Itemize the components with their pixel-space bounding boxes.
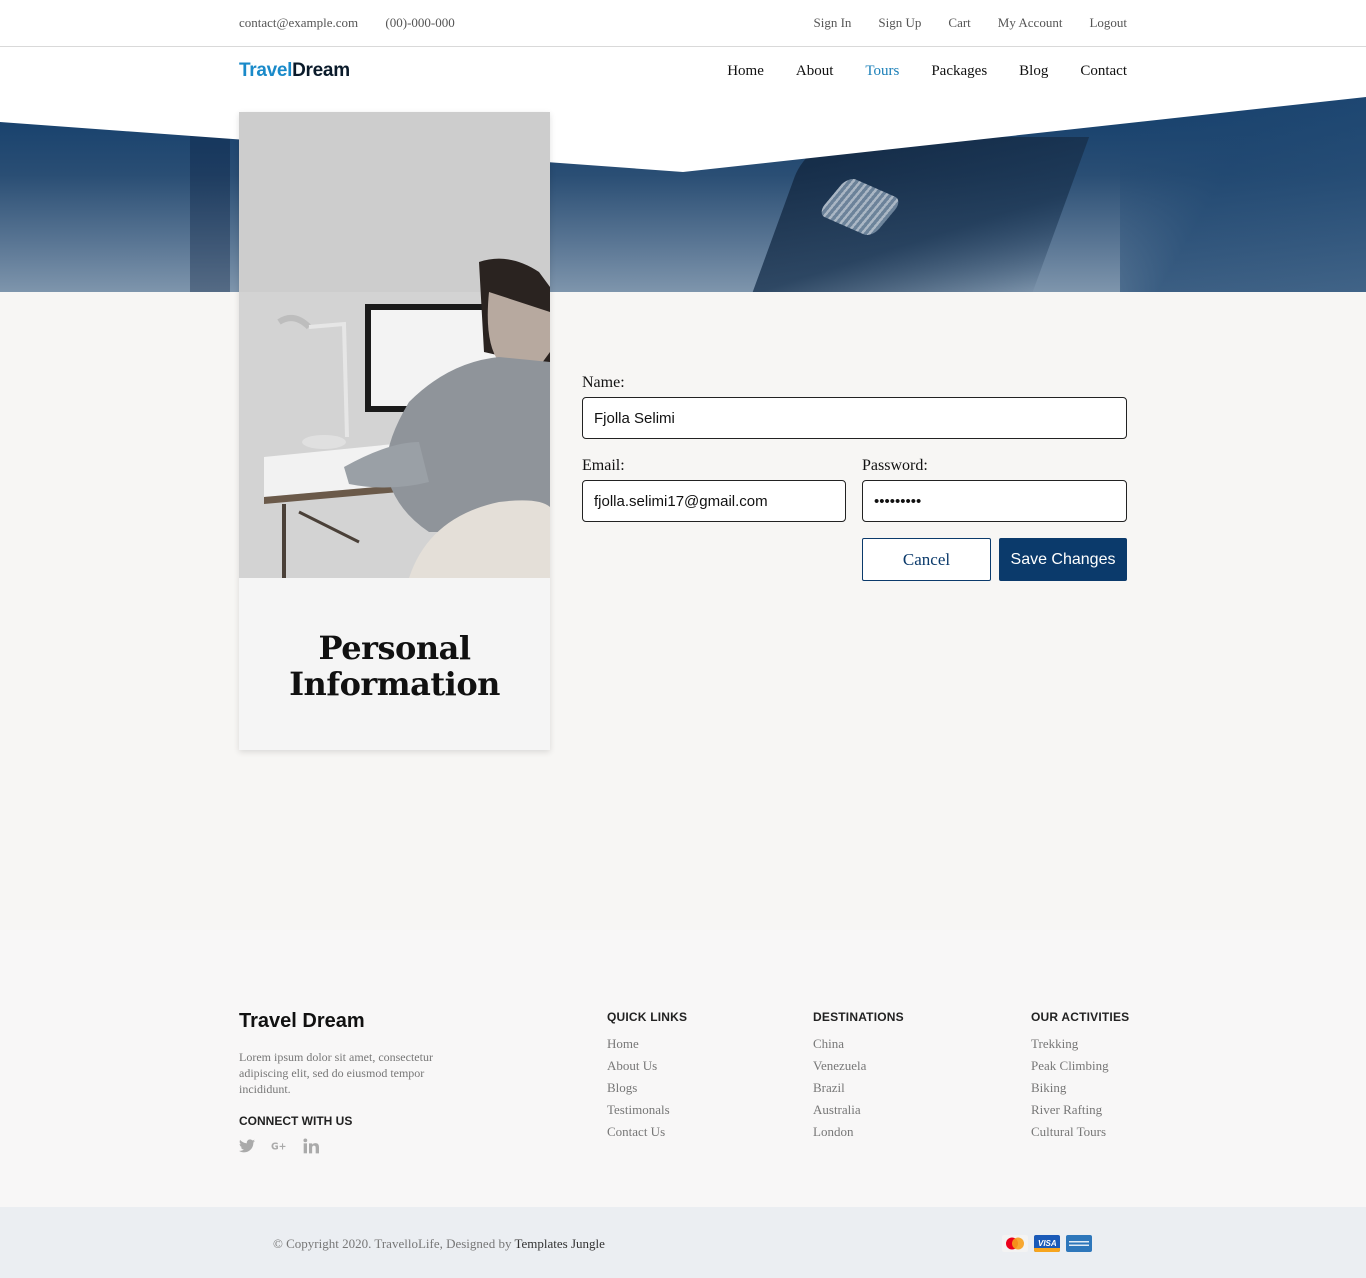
destination-australia[interactable]: Australia <box>813 1099 904 1121</box>
email-input[interactable] <box>582 480 846 522</box>
nav-home[interactable]: Home <box>727 63 764 80</box>
activities-title: OUR ACTIVITIES <box>1031 1010 1130 1024</box>
logo-part-travel: Travel <box>239 60 293 81</box>
contact-info: contact@example.com (00)-000-000 <box>239 15 479 31</box>
my-account-link[interactable]: My Account <box>998 15 1063 31</box>
destinations-column: DESTINATIONS China Venezuela Brazil Aust… <box>813 1010 904 1143</box>
activity-cultural-tours[interactable]: Cultural Tours <box>1031 1121 1129 1143</box>
email-label: Email: <box>582 457 625 474</box>
social-links: G+ <box>239 1138 319 1154</box>
destination-venezuela[interactable]: Venezuela <box>813 1055 904 1077</box>
hero-banner <box>0 97 1366 292</box>
destination-brazil[interactable]: Brazil <box>813 1077 904 1099</box>
amex-icon <box>1066 1235 1092 1252</box>
quick-links-column: QUICK LINKS Home About Us Blogs Testimon… <box>607 1010 687 1143</box>
quick-links-title: QUICK LINKS <box>607 1010 688 1024</box>
sign-up-link[interactable]: Sign Up <box>878 15 921 31</box>
top-bar: contact@example.com (00)-000-000 Sign In… <box>0 0 1366 47</box>
activities-column: OUR ACTIVITIES Trekking Peak Climbing Bi… <box>1031 1010 1129 1143</box>
nav-packages[interactable]: Packages <box>931 63 987 80</box>
footer-link-contact[interactable]: Contact Us <box>607 1121 687 1143</box>
footer-brand: Travel Dream <box>239 1010 365 1032</box>
activity-trekking[interactable]: Trekking <box>1031 1033 1129 1055</box>
hero-white-cut <box>0 97 1366 172</box>
svg-text:G+: G+ <box>271 1141 286 1152</box>
footer-link-blogs[interactable]: Blogs <box>607 1077 687 1099</box>
designer-link[interactable]: Templates Jungle <box>514 1236 604 1251</box>
nav-tours[interactable]: Tours <box>865 63 899 80</box>
cancel-button[interactable]: Cancel <box>862 538 991 581</box>
main-navbar: TravelDream Home About Tours Packages Bl… <box>0 47 1366 97</box>
site-logo[interactable]: TravelDream <box>239 60 350 82</box>
payment-methods: VISA <box>1002 1235 1092 1252</box>
name-input[interactable] <box>582 397 1127 439</box>
activity-biking[interactable]: Biking <box>1031 1077 1129 1099</box>
card-title-line1: Personal <box>318 629 471 667</box>
logout-link[interactable]: Logout <box>1089 15 1127 31</box>
contact-email[interactable]: contact@example.com <box>239 15 358 30</box>
destination-china[interactable]: China <box>813 1033 904 1055</box>
connect-title: CONNECT WITH US <box>239 1114 353 1128</box>
nav-about[interactable]: About <box>796 63 834 80</box>
copyright-bar: © Copyright 2020. TravelloLife, Designed… <box>0 1207 1366 1278</box>
profile-card: Personal Information <box>239 112 550 750</box>
destinations-title: DESTINATIONS <box>813 1010 904 1024</box>
name-label: Name: <box>582 374 625 391</box>
contact-phone[interactable]: (00)-000-000 <box>385 15 454 30</box>
copyright-text: © Copyright 2020. TravelloLife, Designed… <box>273 1236 605 1252</box>
footer: Travel Dream Lorem ipsum dolor sit amet,… <box>0 930 1366 1207</box>
card-title-line2: Information <box>289 665 500 703</box>
copyright-label: © Copyright 2020. TravelloLife, Designed… <box>273 1236 512 1251</box>
workspace-photo <box>239 112 550 578</box>
svg-text:VISA: VISA <box>1038 1239 1057 1248</box>
sign-in-link[interactable]: Sign In <box>814 15 852 31</box>
logo-part-dream: Dream <box>292 60 350 81</box>
save-changes-button[interactable]: Save Changes <box>999 538 1127 581</box>
activity-river-rafting[interactable]: River Rafting <box>1031 1099 1129 1121</box>
password-input[interactable] <box>862 480 1127 522</box>
cart-link[interactable]: Cart <box>948 15 970 31</box>
nav-blog[interactable]: Blog <box>1019 63 1048 80</box>
nav-menu: Home About Tours Packages Blog Contact <box>727 63 1127 80</box>
activity-peak-climbing[interactable]: Peak Climbing <box>1031 1055 1129 1077</box>
footer-link-about[interactable]: About Us <box>607 1055 687 1077</box>
password-label: Password: <box>862 457 928 474</box>
footer-link-testimonials[interactable]: Testimonals <box>607 1099 687 1121</box>
nav-contact[interactable]: Contact <box>1080 63 1127 80</box>
footer-link-home[interactable]: Home <box>607 1033 687 1055</box>
destination-london[interactable]: London <box>813 1121 904 1143</box>
twitter-icon[interactable] <box>239 1139 255 1153</box>
mastercard-icon <box>1002 1235 1028 1252</box>
footer-description: Lorem ipsum dolor sit amet, consectetur … <box>239 1050 433 1096</box>
account-links: Sign In Sign Up Cart My Account Logout <box>814 15 1128 31</box>
card-title: Personal Information <box>239 630 550 702</box>
google-plus-icon[interactable]: G+ <box>271 1140 287 1152</box>
main-section <box>0 292 1366 930</box>
linkedin-icon[interactable] <box>303 1138 319 1154</box>
visa-icon: VISA <box>1034 1235 1060 1252</box>
